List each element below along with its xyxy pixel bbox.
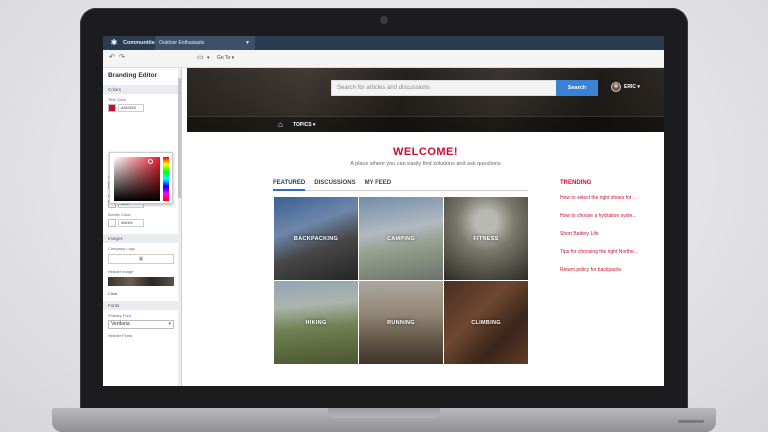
laptop-base [52,408,716,432]
border-color-input[interactable]: #f4f4f4 [118,219,144,227]
tile-label: BACKPACKING [293,235,339,242]
topic-tiles: BACKPACKING CAMPING FITNESS HIKING RUNNI… [274,197,528,366]
border-color-label: Border Color [108,212,131,217]
feed-tabs: FEATURED DISCUSSIONS MY FEED [273,179,528,191]
topics-menu[interactable]: TOPICS ▾ [293,122,315,128]
tile-running[interactable]: RUNNING [359,281,443,364]
chevron-down-icon: ▼ [245,40,250,46]
app-topbar: ✱ Communities Outdoor Enthusiasts ▼ [103,36,664,50]
screen: ✱ Communities Outdoor Enthusiasts ▼ ↶ ↷ … [103,36,664,386]
picker-handle[interactable] [148,159,153,164]
text-color-row: #282828 [103,103,181,113]
tile-backpacking[interactable]: BACKPACKING [274,197,358,280]
tile-label: RUNNING [387,319,415,326]
section-colors[interactable]: Colors [103,85,181,94]
tile-climbing[interactable]: CLIMBING [444,281,528,364]
goto-label: Go To [217,55,231,61]
tile-label: CLIMBING [471,319,501,326]
text-color-label: Text Color [108,97,127,102]
search-button[interactable]: Search [556,80,598,96]
text-color-swatch[interactable] [108,104,116,112]
trending-title: TRENDING [560,180,592,186]
gear-icon[interactable]: ✱ [109,38,119,48]
tile-label: CAMPING [386,235,416,242]
section-images[interactable]: Images [103,234,181,243]
trending-link[interactable]: How to select the right shoes for ... [560,195,660,213]
header-image-thumbnail[interactable] [108,277,174,286]
tagline: A place where you can easily find soluti… [350,161,501,167]
tile-fitness[interactable]: FITNESS [444,197,528,280]
search-input[interactable]: Search for articles and discussions [331,80,557,96]
builder-toolbar: ↶ ↷ ▭ ▾ Go To ▾ [103,50,664,68]
community-selector[interactable]: Outdoor Enthusiasts ▼ [155,36,255,50]
header-image-label: Header Image [108,269,134,274]
goto-menu[interactable]: Go To ▾ [217,55,234,61]
branding-editor-panel: Branding Editor Colors Text Color #28282… [103,68,182,386]
base-notch [328,408,440,418]
primary-font-select[interactable]: Verdana ▾ [108,320,174,329]
header-fonts-label: Header Fonts [108,333,133,338]
avatar [611,82,621,92]
user-name: ERIC ▾ [624,84,640,90]
company-logo-label: Company Logo [108,246,136,251]
site-navbar: ⌂ TOPICS ▾ [187,116,664,132]
device-chevron-icon[interactable]: ▾ [207,55,210,61]
header-hero: Search for articles and discussions Sear… [187,68,664,132]
primary-font-value: Verdana [111,321,130,327]
trending-link[interactable]: Return policy for backpacks [560,267,660,285]
clear-link[interactable]: Clear [103,288,181,297]
hue-slider[interactable] [163,157,169,201]
tab-featured[interactable]: FEATURED [273,179,306,191]
sidebar-scrollbar[interactable] [178,68,181,386]
welcome-heading: WELCOME! [392,146,459,158]
border-color-swatch[interactable] [108,219,116,227]
tab-my-feed[interactable]: MY FEED [365,179,392,191]
community-name: Outdoor Enthusiasts [159,40,205,46]
tile-label: HIKING [305,319,327,326]
saturation-value-area[interactable] [114,157,160,201]
color-picker-popup [109,152,173,204]
primary-font-label: Primary Font [108,313,131,318]
company-logo-upload[interactable]: ▣ [108,254,174,264]
undo-icon[interactable]: ↶ [109,53,115,61]
app-name[interactable]: Communities [123,40,158,46]
trending-link[interactable]: How to choose a hydration syste... [560,213,660,231]
tab-discussions[interactable]: DISCUSSIONS [314,179,355,191]
user-menu[interactable]: ERIC ▾ [611,82,640,92]
tile-hiking[interactable]: HIKING [274,281,358,364]
text-color-input[interactable]: #282828 [118,104,144,112]
image-icon: ▣ [138,256,144,262]
camera-icon [380,16,388,24]
site-preview: Search for articles and discussions Sear… [187,68,664,386]
home-icon[interactable]: ⌂ [278,120,283,129]
trending-link[interactable]: Short Battery Life [560,231,660,249]
redo-icon[interactable]: ↷ [119,53,125,61]
scrollbar-thumb[interactable] [178,78,181,198]
trending-list: How to select the right shoes for ... Ho… [560,195,660,285]
tile-camping[interactable]: CAMPING [359,197,443,280]
trending-link[interactable]: Tips for choosing the right Northe... [560,249,660,267]
panel-title: Branding Editor [108,72,158,79]
tile-label: FITNESS [473,235,499,242]
base-foot [678,420,704,423]
monitor-icon[interactable]: ▭ [197,53,204,61]
border-color-row: #f4f4f4 [103,218,181,228]
section-fonts[interactable]: Fonts [103,301,181,310]
chevron-down-icon: ▾ [168,321,171,327]
